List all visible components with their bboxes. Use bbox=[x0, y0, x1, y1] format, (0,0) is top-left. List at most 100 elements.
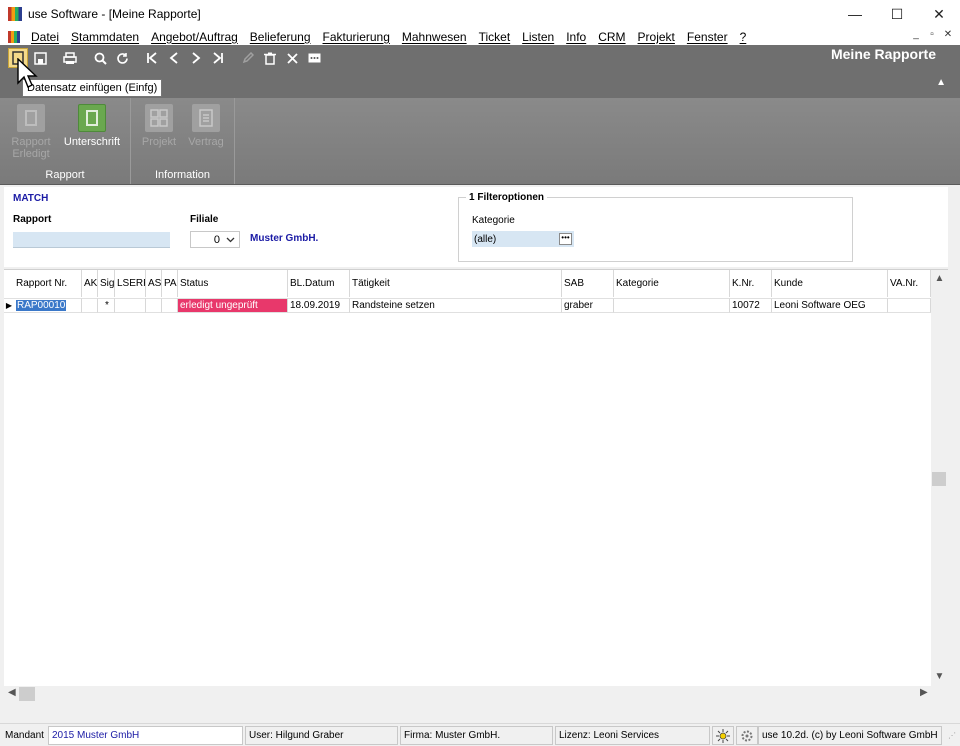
edit-icon[interactable] bbox=[238, 48, 258, 68]
minimize-button[interactable]: — bbox=[834, 0, 876, 28]
mdi-restore-button[interactable]: ▫ bbox=[926, 29, 938, 40]
cell-status[interactable]: erledigt ungeprüft bbox=[178, 298, 288, 313]
kategorie-field[interactable]: (alle) ••• bbox=[472, 231, 574, 247]
menu-fakturierung[interactable]: Fakturierung bbox=[317, 30, 396, 44]
menu-help[interactable]: ? bbox=[734, 30, 753, 44]
projekt-label: Projekt bbox=[141, 136, 177, 148]
sun-icon[interactable] bbox=[712, 726, 734, 745]
table-row[interactable]: ▶ RAP00010 * erledigt ungeprüft 18.09.20… bbox=[4, 298, 931, 313]
col-ak[interactable]: AK bbox=[82, 270, 98, 297]
cancel-icon[interactable] bbox=[282, 48, 302, 68]
close-button[interactable]: ✕ bbox=[918, 0, 960, 28]
cell-as[interactable] bbox=[146, 298, 162, 313]
col-va-nr[interactable]: VA.Nr. bbox=[888, 270, 931, 297]
settings-icon[interactable] bbox=[736, 726, 758, 745]
signature-icon bbox=[78, 104, 106, 132]
kategorie-lookup-button[interactable]: ••• bbox=[559, 233, 572, 245]
next-record-icon[interactable] bbox=[186, 48, 206, 68]
col-sab[interactable]: SAB bbox=[562, 270, 614, 297]
cell-va-nr[interactable] bbox=[888, 298, 931, 313]
mdi-controls: _ ▫ ✕ bbox=[910, 29, 954, 40]
col-rapport-nr[interactable]: Rapport Nr. bbox=[14, 270, 82, 297]
rapport-search-input[interactable] bbox=[13, 232, 170, 248]
menu-fenster[interactable]: Fenster bbox=[681, 30, 734, 44]
ribbon-group-information-label: Information bbox=[154, 169, 211, 181]
ribbon-group-rapport: Rapport Erledigt Unterschrift Rapport bbox=[0, 98, 131, 184]
scroll-right-icon[interactable]: ▶ bbox=[920, 687, 928, 698]
col-kunde[interactable]: Kunde bbox=[772, 270, 888, 297]
projekt-button[interactable]: Projekt bbox=[136, 104, 182, 148]
col-sig[interactable]: Sig bbox=[98, 270, 115, 297]
cell-sab[interactable]: graber bbox=[562, 298, 614, 313]
filteroptionen-group: 1 Filteroptionen Kategorie (alle) ••• bbox=[458, 192, 853, 262]
resize-grip-icon[interactable]: ⋰ bbox=[948, 731, 956, 740]
scroll-down-icon[interactable]: ▼ bbox=[931, 671, 948, 682]
cell-kunde[interactable]: Leoni Software OEG bbox=[772, 298, 888, 313]
filiale-value: 0 bbox=[213, 233, 220, 246]
col-lserf[interactable]: LSERF bbox=[115, 270, 146, 297]
vertical-scroll-thumb[interactable] bbox=[932, 472, 946, 486]
document-icon bbox=[17, 104, 45, 132]
mdi-minimize-button[interactable]: _ bbox=[910, 29, 922, 40]
menu-angebot-auftrag[interactable]: Angebot/Auftrag bbox=[145, 30, 244, 44]
cell-ak[interactable] bbox=[82, 298, 98, 313]
menu-listen[interactable]: Listen bbox=[516, 30, 560, 44]
mdi-close-button[interactable]: ✕ bbox=[942, 29, 954, 40]
first-record-icon[interactable] bbox=[142, 48, 162, 68]
maximize-button[interactable]: ☐ bbox=[876, 0, 918, 28]
cell-rapport-nr: RAP00010 bbox=[16, 300, 67, 311]
unterschrift-label: Unterschrift bbox=[63, 136, 121, 148]
menu-ticket[interactable]: Ticket bbox=[473, 30, 517, 44]
prev-record-icon[interactable] bbox=[164, 48, 184, 68]
search-icon[interactable] bbox=[90, 48, 110, 68]
horizontal-scroll-thumb[interactable] bbox=[19, 687, 35, 701]
app-icon bbox=[8, 7, 22, 21]
mandant-value[interactable]: 2015 Muster GmbH bbox=[48, 726, 243, 745]
scroll-up-icon[interactable]: ▲ bbox=[931, 273, 948, 284]
col-status[interactable]: Status bbox=[178, 270, 288, 297]
ribbon-collapse-icon[interactable]: ▲ bbox=[936, 77, 946, 88]
grid-header: Rapport Nr. AK Sig LSERF AS PA Status BL… bbox=[4, 270, 931, 297]
col-kategorie[interactable]: Kategorie bbox=[614, 270, 730, 297]
col-taetigkeit[interactable]: Tätigkeit bbox=[350, 270, 562, 297]
mdi-app-icon[interactable] bbox=[8, 30, 20, 43]
print-icon[interactable] bbox=[60, 48, 80, 68]
tooltip: Datensatz einfügen (Einfg) bbox=[22, 79, 163, 97]
lizenz-status: Lizenz: Leoni Services bbox=[555, 726, 710, 745]
cell-kategorie[interactable] bbox=[614, 298, 730, 313]
cell-pa[interactable] bbox=[162, 298, 178, 313]
menu-projekt[interactable]: Projekt bbox=[632, 30, 681, 44]
rapport-erledigt-label: Rapport Erledigt bbox=[11, 136, 51, 160]
ribbon-group-rapport-label: Rapport bbox=[45, 169, 85, 181]
unterschrift-button[interactable]: Unterschrift bbox=[60, 104, 124, 148]
vertrag-button[interactable]: Vertrag bbox=[183, 104, 229, 148]
horizontal-scrollbar[interactable]: ◀ ▶ bbox=[4, 686, 931, 703]
page-title: Meine Rapporte bbox=[830, 46, 936, 62]
delete-icon[interactable] bbox=[260, 48, 280, 68]
col-as[interactable]: AS bbox=[146, 270, 162, 297]
more-icon[interactable] bbox=[304, 48, 324, 68]
last-record-icon[interactable] bbox=[208, 48, 228, 68]
col-pa[interactable]: PA bbox=[162, 270, 178, 297]
filiale-select[interactable]: 0 bbox=[190, 231, 240, 248]
scroll-left-icon[interactable]: ◀ bbox=[8, 687, 16, 698]
refresh-icon[interactable] bbox=[112, 48, 132, 68]
cell-taetigkeit[interactable]: Randsteine setzen bbox=[350, 298, 562, 313]
window-title: use Software - [Meine Rapporte] bbox=[28, 7, 201, 21]
col-bl-datum[interactable]: BL.Datum bbox=[288, 270, 350, 297]
contract-icon bbox=[192, 104, 220, 132]
menu-datei[interactable]: Datei bbox=[25, 30, 65, 44]
cell-bl-datum[interactable]: 18.09.2019 bbox=[288, 298, 350, 313]
menu-mahnwesen[interactable]: Mahnwesen bbox=[396, 30, 473, 44]
rapport-erledigt-button[interactable]: Rapport Erledigt bbox=[8, 104, 54, 160]
menu-stammdaten[interactable]: Stammdaten bbox=[65, 30, 145, 44]
col-k-nr[interactable]: K.Nr. bbox=[730, 270, 772, 297]
cell-lserf[interactable] bbox=[115, 298, 146, 313]
menu-info[interactable]: Info bbox=[560, 30, 592, 44]
menu-crm[interactable]: CRM bbox=[592, 30, 631, 44]
vertical-scrollbar[interactable]: ▲ ▼ bbox=[931, 270, 948, 704]
menu-belieferung[interactable]: Belieferung bbox=[244, 30, 317, 44]
cell-k-nr[interactable]: 10072 bbox=[730, 298, 772, 313]
cell-sig[interactable]: * bbox=[98, 298, 115, 313]
toolbar: Meine Rapporte bbox=[0, 45, 960, 71]
